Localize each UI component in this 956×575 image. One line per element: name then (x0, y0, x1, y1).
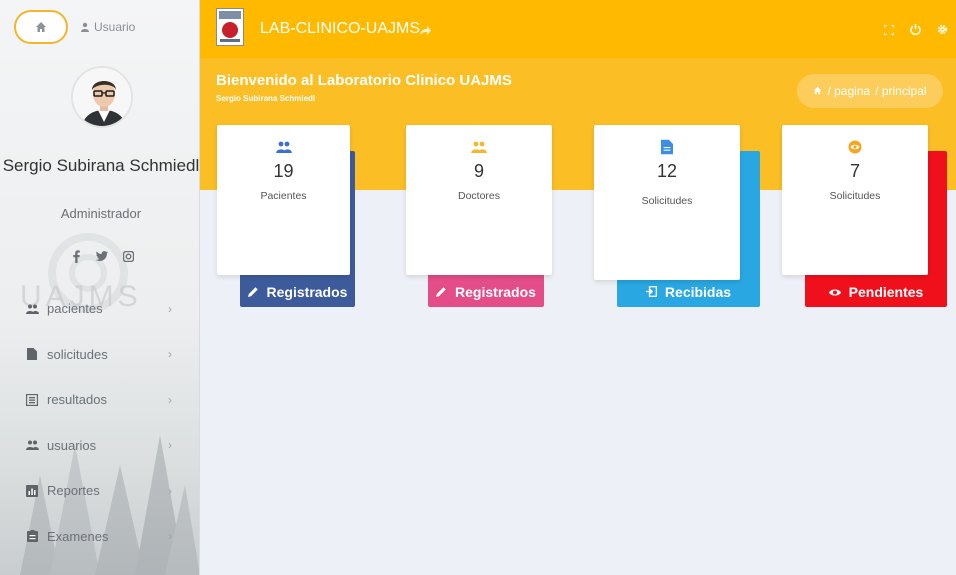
sidebar: UAJMS Usuario Sergio Subirana Schmiedl A… (0, 0, 200, 575)
stat-card-doctores[interactable]: 9 Doctores (406, 125, 552, 275)
page-title: Bienvenido al Laboratorio Clinico UAJMS (216, 72, 512, 89)
avatar[interactable] (71, 66, 133, 128)
sidebar-menu: pacientes › solicitudes › resultados › u… (0, 286, 199, 560)
file-icon (661, 137, 673, 157)
app-title: LAB-CLINICO-UAJMS (260, 20, 421, 37)
breadcrumb-item: / principal (875, 84, 927, 98)
breadcrumb-item[interactable]: / pagina (827, 84, 870, 98)
card-footer-label: Pendientes (848, 284, 924, 300)
stat-card-pacientes[interactable]: 19 Pacientes (217, 125, 350, 275)
sidebar-item-label: usuarios (47, 437, 97, 453)
chevron-right-icon: › (168, 392, 172, 407)
user-name: Sergio Subirana Schmiedl (2, 156, 200, 175)
chevron-right-icon: › (168, 438, 172, 453)
chevron-right-icon: › (168, 347, 172, 362)
sidebar-item-label: Reportes (47, 483, 100, 499)
card-footer-label: Registrados (455, 284, 536, 300)
home-button[interactable] (14, 10, 68, 44)
facebook-icon[interactable] (70, 249, 82, 263)
sidebar-item-label: pacientes (47, 301, 103, 317)
login-icon (645, 284, 657, 300)
list-icon (25, 393, 39, 407)
stat-label: Pacientes (260, 190, 307, 202)
topbar: LAB-CLINICO-UAJMS (200, 0, 956, 58)
sidebar-item-label: resultados (47, 392, 107, 408)
stat-label: Solicitudes (829, 190, 881, 202)
power-icon[interactable] (910, 22, 921, 40)
sidebar-item-pacientes[interactable]: pacientes › (0, 286, 199, 332)
sidebar-item-label: solicitudes (47, 346, 108, 362)
topbar-actions (883, 22, 948, 40)
instagram-icon[interactable] (122, 249, 134, 263)
pencil-icon (247, 284, 259, 300)
page-subtitle: Sergio Subirana Schmiedl (216, 94, 316, 103)
chevron-right-icon: › (168, 483, 172, 498)
stat-label: Solicitudes (641, 195, 693, 207)
chevron-right-icon: › (168, 301, 172, 316)
sidebar-item-examenes[interactable]: Examenes › (0, 514, 199, 560)
sidebar-item-reportes[interactable]: Reportes › (0, 468, 199, 514)
home-icon[interactable] (813, 84, 822, 98)
gear-icon[interactable] (937, 22, 948, 40)
chevron-right-icon: › (168, 529, 172, 544)
eye-icon (828, 284, 841, 300)
app-logo[interactable] (216, 8, 244, 46)
stat-value: 19 (273, 161, 294, 181)
home-icon (36, 22, 46, 32)
eye-icon (848, 137, 862, 157)
share-icon[interactable] (420, 22, 431, 40)
chart-icon (25, 484, 39, 498)
sidebar-item-resultados[interactable]: resultados › (0, 377, 199, 423)
pencil-icon (436, 284, 447, 300)
stat-value: 12 (656, 161, 678, 181)
twitter-icon[interactable] (96, 249, 108, 263)
user-link[interactable]: Usuario (80, 20, 135, 34)
card-footer-label: Recibidas (664, 284, 732, 300)
card-footer-label: Registrados (266, 284, 348, 300)
user-photo (73, 68, 131, 126)
user-link-label: Usuario (94, 20, 136, 34)
user-icon (81, 22, 89, 32)
stat-card-solicitudes-recibidas[interactable]: 12 Solicitudes (594, 125, 740, 280)
users-icon (25, 438, 39, 452)
fullscreen-icon[interactable] (883, 22, 895, 40)
sidebar-item-label: Examenes (47, 528, 109, 544)
file-icon (25, 347, 39, 361)
clipboard-icon (25, 529, 39, 543)
users-icon (471, 137, 487, 157)
stat-value: 7 (849, 161, 860, 181)
stat-card-solicitudes-pendientes[interactable]: 7 Solicitudes (782, 125, 928, 275)
stat-value: 9 (473, 161, 484, 181)
sidebar-item-solicitudes[interactable]: solicitudes › (0, 332, 199, 378)
sidebar-item-usuarios[interactable]: usuarios › (0, 423, 199, 469)
social-links (70, 249, 134, 263)
stat-label: Doctores (457, 190, 500, 202)
users-icon (275, 137, 292, 157)
breadcrumb: / pagina / principal (797, 74, 943, 108)
users-icon (25, 302, 39, 316)
user-role: Administrador (60, 206, 142, 221)
